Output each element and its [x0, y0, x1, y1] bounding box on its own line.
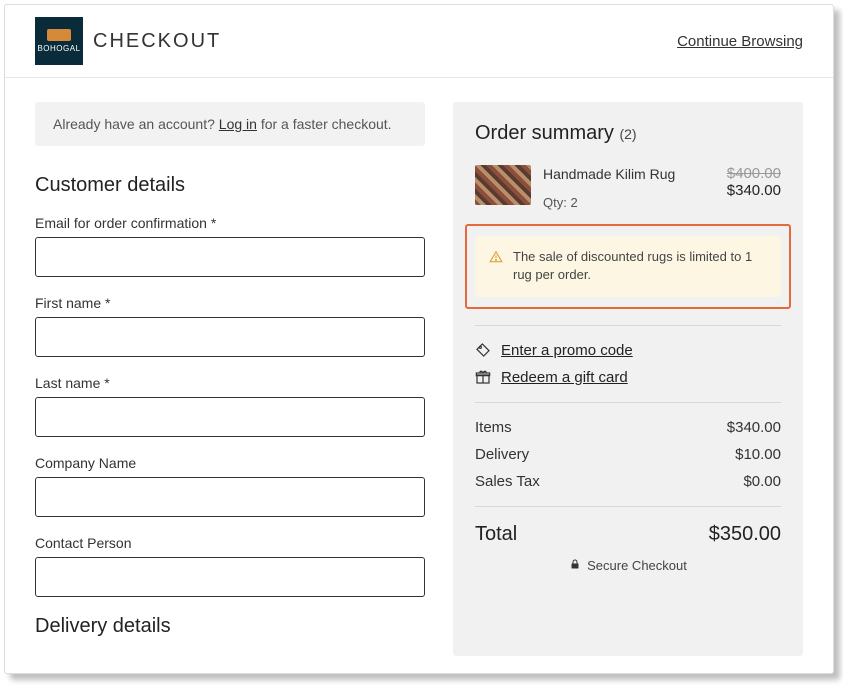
total-label: Total: [475, 523, 517, 546]
lock-icon: [569, 558, 581, 573]
tax-label: Sales Tax: [475, 473, 540, 490]
order-summary-panel: Order summary (2) Handmade Kilim Rug Qty…: [453, 102, 803, 656]
customer-details-heading: Customer details: [35, 174, 425, 197]
tag-icon: [475, 342, 491, 358]
warning-text: The sale of discounted rugs is limited t…: [513, 248, 767, 284]
company-label: Company Name: [35, 455, 425, 471]
items-line: Items $340.00: [475, 419, 781, 436]
gift-card-link[interactable]: Redeem a gift card: [501, 369, 628, 386]
brand: BOHOGAL CHECKOUT: [35, 17, 221, 65]
secure-checkout: Secure Checkout: [475, 558, 781, 573]
divider: [475, 402, 781, 403]
total-value: $350.00: [709, 523, 781, 546]
last-name-label: Last name *: [35, 375, 425, 391]
total-line: Total $350.00: [475, 523, 781, 546]
continue-browsing-link[interactable]: Continue Browsing: [677, 33, 803, 50]
gift-card-row[interactable]: Redeem a gift card: [475, 369, 781, 386]
company-field[interactable]: [35, 477, 425, 517]
divider: [475, 325, 781, 326]
logo-text: BOHOGAL: [37, 44, 80, 53]
product-thumbnail: [475, 165, 531, 205]
warning-highlight: The sale of discounted rugs is limited t…: [465, 224, 791, 308]
email-field[interactable]: [35, 237, 425, 277]
first-name-field[interactable]: [35, 317, 425, 357]
first-name-label: First name *: [35, 295, 425, 311]
promo-code-row[interactable]: Enter a promo code: [475, 342, 781, 359]
login-link[interactable]: Log in: [219, 116, 257, 132]
contact-person-field[interactable]: [35, 557, 425, 597]
delivery-value: $10.00: [735, 446, 781, 463]
items-value: $340.00: [727, 419, 781, 436]
delivery-details-heading: Delivery details: [35, 615, 425, 638]
promo-code-link[interactable]: Enter a promo code: [501, 342, 633, 359]
divider: [475, 506, 781, 507]
secure-text: Secure Checkout: [587, 558, 687, 573]
tax-value: $0.00: [743, 473, 781, 490]
header: BOHOGAL CHECKOUT Continue Browsing: [5, 5, 833, 78]
contact-person-label: Contact Person: [35, 535, 425, 551]
product-qty: Qty: 2: [543, 195, 715, 210]
warning-icon: [489, 250, 503, 264]
product-price: $340.00: [727, 182, 781, 199]
order-summary-title-text: Order summary: [475, 122, 614, 144]
logo-icon: [47, 29, 71, 41]
tax-line: Sales Tax $0.00: [475, 473, 781, 490]
page-title: CHECKOUT: [93, 30, 221, 53]
line-item: Handmade Kilim Rug Qty: 2 $400.00 $340.0…: [475, 165, 781, 210]
product-name: Handmade Kilim Rug: [543, 165, 715, 183]
gift-icon: [475, 369, 491, 385]
order-summary-title: Order summary (2): [475, 122, 781, 145]
account-prompt: Already have an account? Log in for a fa…: [35, 102, 425, 146]
order-summary-count: (2): [619, 126, 636, 142]
last-name-field[interactable]: [35, 397, 425, 437]
email-label: Email for order confirmation *: [35, 215, 425, 231]
logo: BOHOGAL: [35, 17, 83, 65]
items-label: Items: [475, 419, 512, 436]
warning-message: The sale of discounted rugs is limited t…: [475, 236, 781, 296]
product-original-price: $400.00: [727, 165, 781, 182]
delivery-label: Delivery: [475, 446, 529, 463]
account-prefix: Already have an account?: [53, 116, 219, 132]
account-suffix: for a faster checkout.: [257, 116, 392, 132]
delivery-line: Delivery $10.00: [475, 446, 781, 463]
